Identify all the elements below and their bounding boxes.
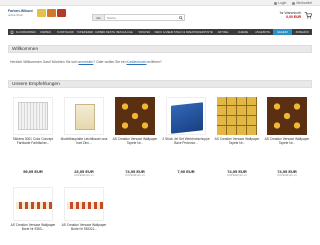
nav-item[interactable]: FARBEN <box>36 29 56 35</box>
product-unit-price: 0,00 EUR pro m² <box>277 174 297 177</box>
product-name[interactable]: Sikkens 0001 Color Concept Farbkarte Far… <box>8 137 58 145</box>
login-label[interactable]: Login <box>278 1 286 5</box>
cart-summary: Ihr Warenkorb 0,00 EUR <box>280 11 301 19</box>
nav-item[interactable]: DEKO & MEHR <box>154 29 174 35</box>
product-unit-price: 0,00 EUR pro m² <box>125 174 145 177</box>
search-button[interactable] <box>178 15 184 20</box>
welcome-text-after: eröffnen? <box>146 60 162 64</box>
welcome-text-before: Herzlich Willkommen Gast! Möchten Sie si… <box>10 60 79 64</box>
logo-graphic <box>36 9 66 17</box>
product-image-tile[interactable] <box>64 97 104 135</box>
search-icon <box>179 15 183 20</box>
search-category-select[interactable]: Alle <box>93 15 105 20</box>
logo-text: Farben-Wikord online-Shop <box>8 9 33 17</box>
cart-amount: 0,00 EUR <box>286 15 301 19</box>
product-price: 7,90 EUR <box>177 169 195 174</box>
recommendations-header: Unsere Empfehlungen <box>8 80 312 88</box>
product-price: 59,95 EUR <box>23 169 43 174</box>
main-navigation: FLUORFARBEN FARBEN KUNSTHAND TAPEZIEREN FARB… <box>8 29 312 35</box>
product-name[interactable]: AS Creation Versace Wallpaper Tapete Nr.… <box>212 137 262 145</box>
product-image-ornate-wallpaper-2[interactable] <box>267 97 307 135</box>
nav-item[interactable]: BESCHLÄGE <box>115 29 135 35</box>
product-image-blue-cloth[interactable] <box>166 97 206 135</box>
product-name[interactable]: AS Creation Versace Wallpaper Borte Nr 9… <box>59 223 109 231</box>
logo-line-2: online-Shop <box>8 13 23 17</box>
product-image-colorfan[interactable] <box>13 97 53 135</box>
nav-item[interactable]: ARTIKEL <box>213 29 233 35</box>
home-icon <box>10 30 14 34</box>
site-header: Farben-Wikord online-Shop Alle Ihr Waren… <box>0 7 320 27</box>
wishlist-label[interactable]: Merkzettel <box>296 1 312 5</box>
nav-item[interactable]: TAPETEN <box>134 29 154 35</box>
logo-shape-yellow <box>36 9 46 17</box>
logo-shape-orange <box>46 9 56 17</box>
product-unit-price: 0,00 EUR pro m² <box>227 174 247 177</box>
mini-cart[interactable]: Ihr Warenkorb 0,00 EUR <box>280 11 312 19</box>
wishlist-link[interactable]: Merkzettel <box>292 1 312 5</box>
nav-item[interactable]: KUNSTHAND <box>55 29 75 35</box>
nav-item[interactable]: FLUORFARBEN <box>16 29 36 35</box>
product-name[interactable]: AS Creation Versace Wallpaper Tapete Nr.… <box>110 137 160 145</box>
heart-icon <box>292 1 296 5</box>
top-links: Login Merkzettel <box>274 1 312 5</box>
site-logo[interactable]: Farben-Wikord online-Shop <box>8 9 66 17</box>
cart-icon <box>304 12 312 19</box>
login-text-link[interactable]: anmelden <box>78 60 93 64</box>
nav-item[interactable]: TAPEZIEREN <box>75 29 95 35</box>
nav-item[interactable]: ZUBEHÖR <box>292 29 312 35</box>
nav-item[interactable]: FARBEN RESTE <box>95 29 115 35</box>
top-utility-bar: Login Merkzettel <box>0 0 320 6</box>
logo-shape-red <box>56 9 66 17</box>
nav-item[interactable]: GEHEIM <box>272 29 293 35</box>
nav-item[interactable]: SONDERPOSTEN <box>194 29 214 35</box>
register-link[interactable]: Kundenkonto <box>126 60 146 64</box>
search-input[interactable] <box>105 15 178 20</box>
recommendations-title: Unsere Empfehlungen <box>12 81 60 87</box>
welcome-text-middle: ? Oder wollen Sie ein <box>93 60 127 64</box>
product-name[interactable]: AS Creation Versace Wallpaper Tapete Nr.… <box>262 137 312 145</box>
border-graphic <box>67 202 103 209</box>
nav-item[interactable]: CHEMIE <box>233 29 253 35</box>
search-bar: Alle <box>92 14 185 21</box>
product-name[interactable]: Modellbauplatte Leichtbauen aus hart Zin… <box>59 137 109 145</box>
cloth-graphic <box>171 102 203 134</box>
product-image-border-2[interactable] <box>64 187 104 221</box>
product-image-border[interactable] <box>13 187 53 221</box>
product-name[interactable]: AS Creation Versace Wallpaper Borte Nr 9… <box>8 223 58 231</box>
login-link[interactable]: Login <box>274 1 286 5</box>
nav-item[interactable]: BASTELN & KREATIV <box>174 29 194 35</box>
welcome-message: Herzlich Willkommen Gast! Möchten Sie si… <box>10 60 162 64</box>
product-image-ornate-wallpaper[interactable] <box>115 97 155 135</box>
welcome-header: Willkommen <box>8 45 312 53</box>
nav-home[interactable] <box>8 29 16 35</box>
product-image-greek-wallpaper[interactable] <box>217 97 257 135</box>
tile-graphic <box>75 104 95 130</box>
user-icon <box>274 1 278 5</box>
welcome-title: Willkommen <box>12 46 39 52</box>
nav-item[interactable]: ANGEBOTE <box>253 29 273 35</box>
product-unit-price: 0,00 EUR pro m² <box>74 174 94 177</box>
product-name[interactable]: 2 Stück Jet Set Werkbrotschuppe Bave Pro… <box>161 137 211 145</box>
color-fan-graphic <box>18 102 48 130</box>
border-graphic <box>16 202 52 209</box>
